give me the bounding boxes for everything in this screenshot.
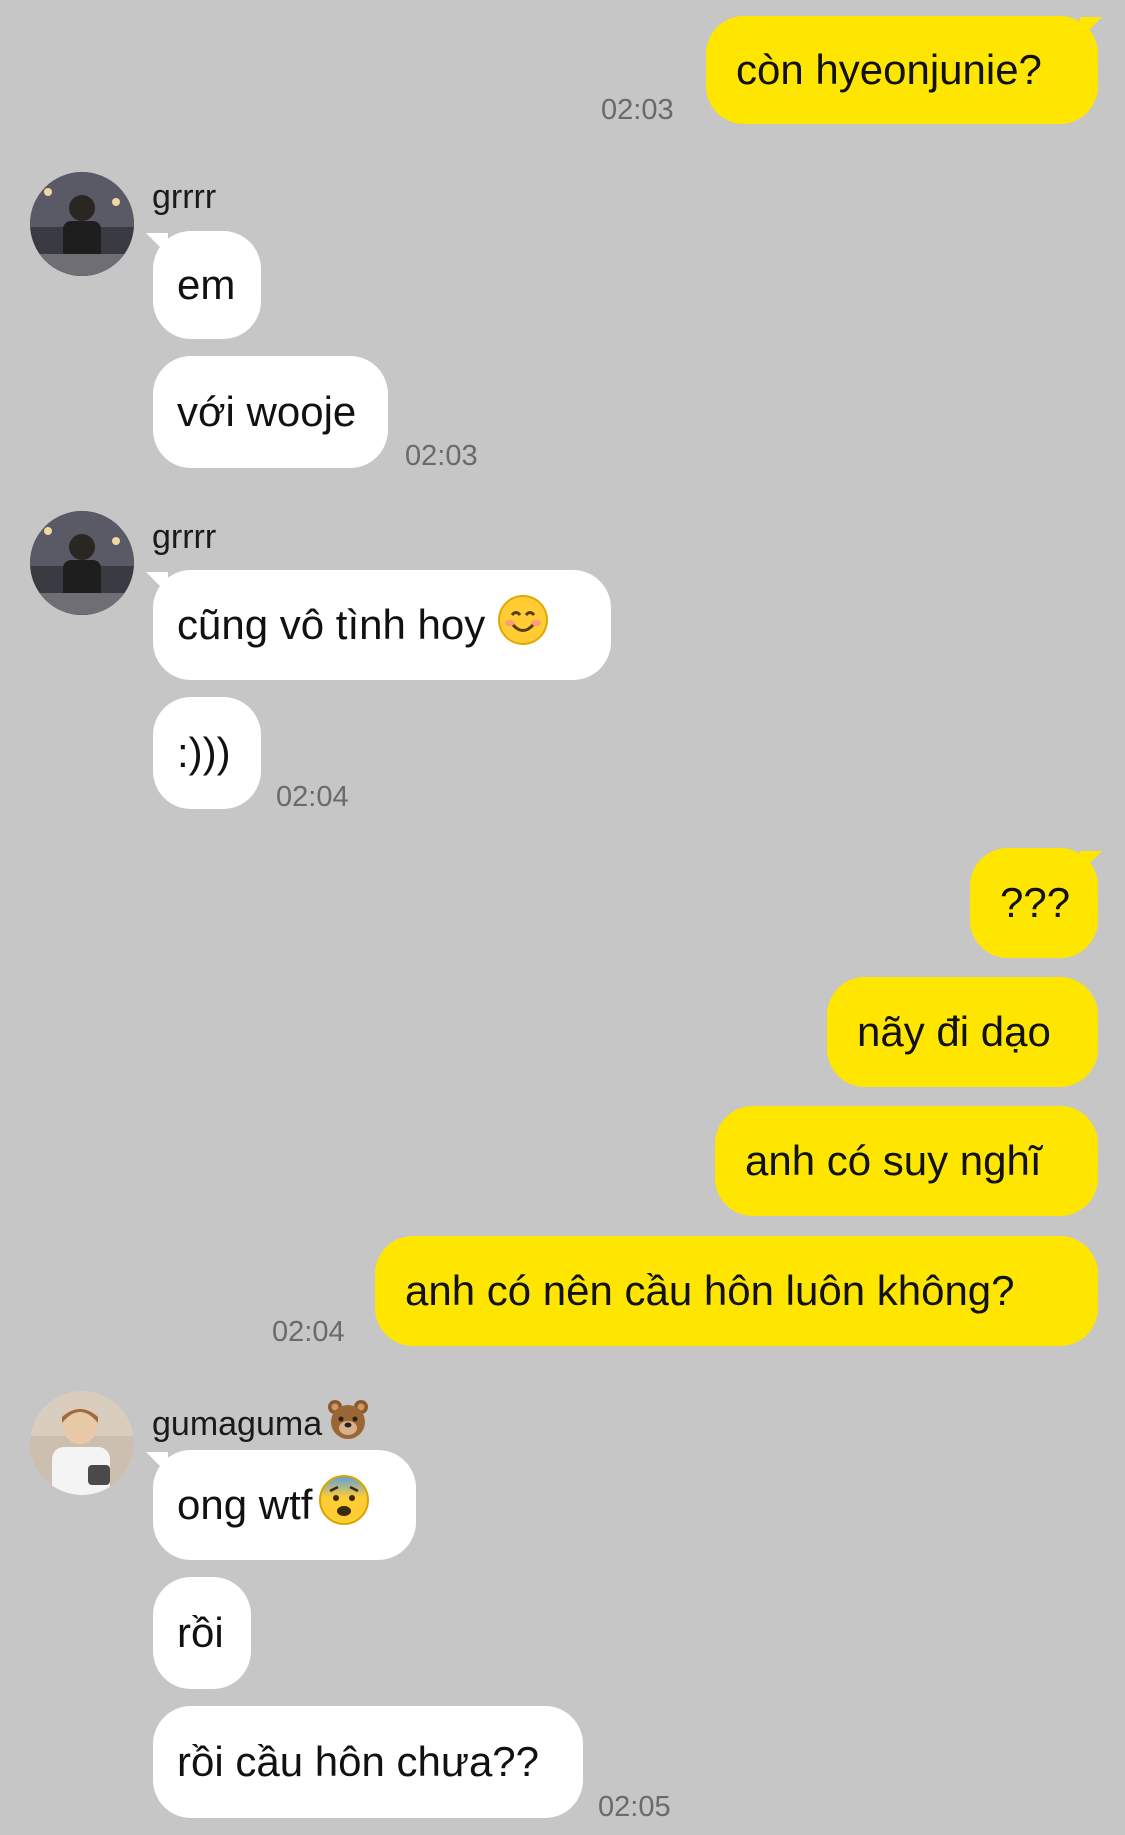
message-text: rồi: [177, 1609, 224, 1656]
message-bubble-incoming[interactable]: :))): [153, 697, 261, 809]
avatar[interactable]: [30, 1391, 134, 1495]
avatar[interactable]: [30, 172, 134, 276]
avatar[interactable]: [30, 511, 134, 615]
message-text: còn hyeonjunie?: [736, 46, 1042, 93]
message-bubble-outgoing[interactable]: còn hyeonjunie?: [706, 16, 1098, 124]
sender-name: grrrr: [152, 178, 217, 216]
message-bubble-outgoing[interactable]: anh có nên cầu hôn luôn không?: [375, 1236, 1098, 1346]
message-text: ???: [1000, 879, 1071, 926]
message-bubble-incoming[interactable]: cũng vô tình hoy: [153, 570, 611, 680]
fearful-face-emoji-icon: [318, 1474, 370, 1536]
sender-name: grrrr: [152, 518, 217, 556]
message-bubble-outgoing[interactable]: nãy đi dạo: [827, 977, 1098, 1087]
message-time: 02:05: [598, 1791, 671, 1823]
sender-name-text: gumaguma: [152, 1405, 323, 1443]
message-time: 02:03: [601, 94, 674, 126]
message-text: anh có nên cầu hôn luôn không?: [405, 1267, 1015, 1314]
message-bubble-incoming[interactable]: rồi cầu hôn chưa??: [153, 1706, 583, 1818]
message-text: ong wtf: [177, 1481, 313, 1528]
message-text: :))): [177, 729, 231, 776]
message-text: em: [177, 261, 236, 308]
message-bubble-incoming[interactable]: em: [153, 231, 261, 339]
message-bubble-incoming[interactable]: với wooje: [153, 356, 388, 468]
bear-face-emoji-icon: [326, 1398, 370, 1451]
message-time: 02:03: [405, 440, 478, 472]
smiling-face-emoji-icon: [497, 594, 549, 656]
message-text: anh có suy nghĩ: [745, 1137, 1042, 1184]
message-time: 02:04: [272, 1316, 345, 1348]
message-text: cũng vô tình hoy: [177, 601, 486, 648]
message-text: với wooje: [177, 388, 357, 435]
message-bubble-incoming[interactable]: ong wtf: [153, 1450, 416, 1560]
sender-name: gumaguma: [152, 1398, 370, 1451]
message-bubble-outgoing[interactable]: ???: [970, 848, 1098, 958]
message-bubble-outgoing[interactable]: anh có suy nghĩ: [715, 1106, 1098, 1216]
message-text: nãy đi dạo: [857, 1008, 1051, 1055]
message-bubble-incoming[interactable]: rồi: [153, 1577, 251, 1689]
message-text: rồi cầu hôn chưa??: [177, 1738, 540, 1785]
message-time: 02:04: [276, 781, 349, 813]
